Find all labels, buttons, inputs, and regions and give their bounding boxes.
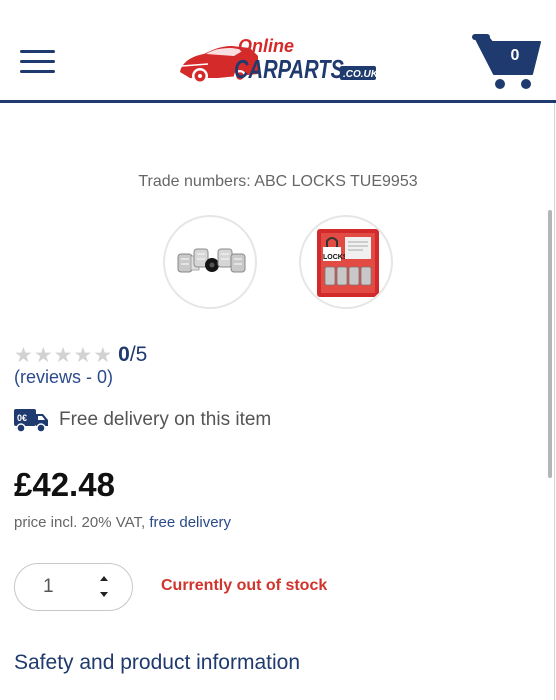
star-icon: ★ xyxy=(73,342,93,367)
vat-text: price incl. 20% VAT, xyxy=(14,514,146,531)
trade-numbers: Trade numbers: ABC LOCKS TUE9953 xyxy=(138,173,418,190)
logo-word1: Online xyxy=(238,36,294,56)
scrollbar[interactable] xyxy=(548,210,552,478)
delivery-badge: 0€ xyxy=(17,413,27,423)
star-icon: ★ xyxy=(93,342,113,367)
decrement-arrow-icon[interactable] xyxy=(97,590,111,600)
vat-info: price incl. 20% VAT, free delivery xyxy=(14,514,231,531)
star-icon: ★ xyxy=(14,342,33,367)
safety-info-link[interactable]: Safety and product information xyxy=(14,651,300,675)
product-price: £42.48 xyxy=(14,466,115,503)
logo-word2: CARPARTS xyxy=(234,54,344,84)
cart-count-badge: 0 xyxy=(510,47,520,64)
wheel-lock-nuts-image xyxy=(177,248,246,273)
rating-score: 0/5 xyxy=(118,343,147,367)
reviews-link[interactable]: (reviews - 0) xyxy=(14,367,113,388)
page-edge xyxy=(554,103,555,700)
stock-status: Currently out of stock xyxy=(161,577,328,594)
cart-button[interactable]: 0 xyxy=(472,30,544,92)
increment-arrow-icon[interactable] xyxy=(97,573,111,583)
site-logo[interactable]: Online CARPARTS .CO.UK xyxy=(178,36,378,88)
package-label: LOCKS xyxy=(323,254,348,261)
product-thumbnail-2[interactable]: LOCKS xyxy=(299,215,393,309)
rating-score-max: /5 xyxy=(129,343,148,366)
logo-suffix: .CO.UK xyxy=(343,69,378,80)
quantity-value[interactable]: 1 xyxy=(43,576,54,598)
free-delivery-link[interactable]: free delivery xyxy=(149,514,231,531)
quantity-stepper[interactable]: 1 xyxy=(14,563,133,611)
rating-score-value: 0 xyxy=(118,343,130,366)
delivery-text: Free delivery on this item xyxy=(59,409,272,430)
product-thumbnail-1[interactable] xyxy=(163,215,257,309)
rating-stars: ★ ★ ★ ★ ★ xyxy=(14,342,113,367)
delivery-truck-icon: 0€ xyxy=(14,409,48,433)
delivery-info: 0€ Free delivery on this item xyxy=(14,406,271,434)
star-icon: ★ xyxy=(33,342,53,367)
menu-icon[interactable] xyxy=(20,49,56,75)
star-icon: ★ xyxy=(53,342,73,367)
product-rating: ★ ★ ★ ★ ★ 0/5 xyxy=(14,343,147,367)
site-header: Online CARPARTS .CO.UK 0 xyxy=(0,0,556,103)
locks-package-image: LOCKS xyxy=(317,229,379,297)
